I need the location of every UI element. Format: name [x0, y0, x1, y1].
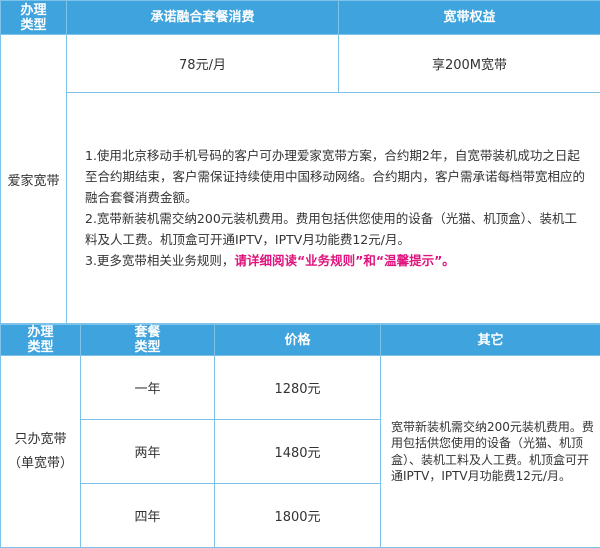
rules-block: 1.使用北京移动手机号码的客户可办理爱家宽带方案，合约期2年，自宽带装机成功之日… [66, 92, 600, 324]
rule-3-prefix: 3.更多宽带相关业务规则， [85, 253, 235, 268]
header-fusion-package: 承诺融合套餐消费 [66, 0, 339, 35]
rule-3-highlight-link[interactable]: 请详细阅读“业务规则”和“温馨提示”。 [234, 253, 454, 268]
header-broadband-rights: 宽带权益 [338, 0, 600, 35]
rule-3: 3.更多宽带相关业务规则，请详细阅读“业务规则”和“温馨提示”。 [85, 250, 586, 271]
broadband-only-table: 办理 类型 套餐 类型 价格 其它 只办宽带 （单宽带） 一年 1280元 宽带… [0, 324, 600, 548]
bandwidth-benefit: 享200M宽带 [338, 34, 600, 93]
price-1-year: 1280元 [214, 355, 381, 420]
rule-2: 2.宽带新装机需交纳200元装机费用。费用包括供您使用的设备（光猫、机顶盒）、装… [85, 211, 578, 247]
rule-1: 1.使用北京移动手机号码的客户可办理爱家宽带方案，合约期2年，自宽带装机成功之日… [85, 148, 586, 205]
header-package-type: 套餐 类型 [80, 324, 215, 356]
love-home-broadband-table: 办理 类型 承诺融合套餐消费 宽带权益 爱家宽带 78元/月 享200M宽带 1… [0, 0, 600, 324]
term-1-year: 一年 [80, 355, 215, 420]
row-label-broadband-only: 只办宽带 （单宽带） [0, 355, 81, 548]
header-type-2: 办理 类型 [0, 324, 81, 356]
price-2-years: 1480元 [214, 419, 381, 484]
header-type: 办理 类型 [0, 0, 67, 35]
header-price: 价格 [214, 324, 381, 356]
other-notes: 宽带新装机需交纳200元装机费用。费用包括供您使用的设备（光猫、机顶盒）、装机工… [380, 355, 600, 548]
monthly-fee: 78元/月 [66, 34, 339, 93]
row-label-love-home-broadband: 爱家宽带 [0, 34, 67, 324]
header-other: 其它 [380, 324, 600, 356]
row-label-line2: （单宽带） [7, 455, 73, 471]
term-2-years: 两年 [80, 419, 215, 484]
price-4-years: 1800元 [214, 483, 381, 548]
row-label-line1: 只办宽带 [14, 431, 67, 447]
term-4-years: 四年 [80, 483, 215, 548]
